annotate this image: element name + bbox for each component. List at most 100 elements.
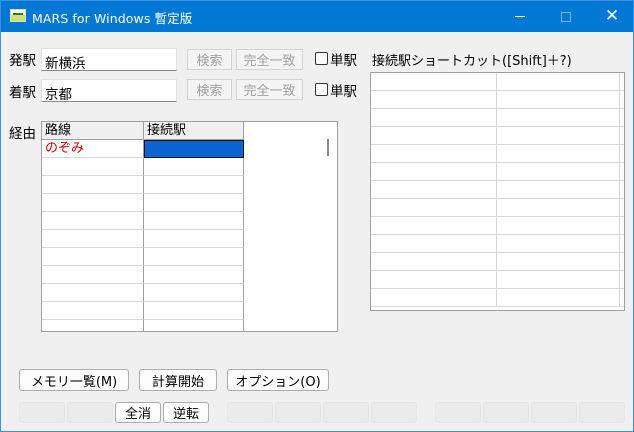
column-divider [619, 271, 620, 289]
function-key-8[interactable] [371, 402, 417, 423]
route-line-cell[interactable] [42, 320, 144, 331]
route-line-cell[interactable] [42, 302, 144, 320]
calculate-button[interactable]: 計算開始 [139, 369, 217, 391]
function-key-6[interactable] [275, 402, 321, 423]
column-divider [496, 127, 497, 145]
window-title: MARS for Windows 暫定版 [32, 11, 193, 26]
shortcut-row[interactable] [371, 199, 624, 217]
column-divider [619, 127, 620, 145]
route-station-cell[interactable] [144, 194, 244, 212]
shortcut-row[interactable] [371, 145, 624, 163]
route-label: 経由 [9, 126, 36, 142]
departure-input[interactable]: 新横浜 [41, 48, 177, 72]
column-divider [496, 181, 497, 199]
route-station-cell[interactable] [144, 248, 244, 266]
shortcut-row[interactable] [371, 163, 624, 181]
table-row[interactable] [42, 302, 244, 320]
route-station-cell[interactable] [144, 140, 244, 158]
options-button[interactable]: オプション(O) [227, 369, 329, 391]
route-station-cell[interactable] [144, 302, 244, 320]
table-row[interactable] [42, 266, 244, 284]
memory-list-button-label: メモリ一覧(M) [30, 374, 118, 390]
options-button-label: オプション(O) [235, 374, 321, 390]
route-line-cell[interactable] [42, 212, 144, 230]
shortcut-row[interactable] [371, 217, 624, 235]
route-line-cell[interactable] [42, 248, 144, 266]
route-line-cell[interactable] [42, 266, 144, 284]
departure-search-button[interactable]: 検索 [187, 49, 232, 70]
scrollbar-thumb[interactable] [327, 139, 329, 156]
maximize-icon [561, 11, 571, 22]
table-row[interactable] [42, 320, 244, 331]
route-station-cell[interactable] [144, 212, 244, 230]
function-key-5[interactable] [227, 402, 273, 423]
column-divider [496, 199, 497, 217]
arrival-single-station-checkbox[interactable] [315, 83, 328, 96]
route-line-cell[interactable] [42, 158, 144, 176]
route-station-cell[interactable] [144, 284, 244, 302]
shortcut-row[interactable] [371, 289, 624, 307]
table-row[interactable] [42, 248, 244, 266]
table-row[interactable] [42, 194, 244, 212]
column-divider [496, 91, 497, 109]
column-divider [619, 145, 620, 163]
route-line-cell[interactable] [42, 194, 144, 212]
shortcut-row[interactable] [371, 109, 624, 127]
table-row[interactable] [42, 158, 244, 176]
minimize-button[interactable] [497, 1, 543, 32]
function-key-2[interactable] [67, 402, 113, 423]
route-line-cell[interactable] [42, 230, 144, 248]
departure-exact-match-button[interactable]: 完全一致 [236, 49, 303, 70]
table-row[interactable] [42, 230, 244, 248]
route-station-cell[interactable] [144, 266, 244, 284]
column-divider [619, 235, 620, 253]
shortcut-row[interactable] [371, 253, 624, 271]
column-divider [619, 91, 620, 109]
title-bar: MARS for Windows 暫定版 ✕ [1, 1, 633, 32]
close-button[interactable]: ✕ [589, 1, 634, 32]
app-window: MARS for Windows 暫定版 ✕ 発駅 新横浜 検索 完全一致 単駅… [0, 0, 634, 432]
column-divider [496, 289, 497, 307]
column-divider [619, 181, 620, 199]
arrival-input[interactable]: 京都 [41, 79, 177, 103]
column-divider [496, 73, 497, 91]
function-key-10[interactable] [483, 402, 529, 423]
route-grid-scrollbar[interactable] [320, 122, 337, 331]
shortcut-grid[interactable] [370, 72, 625, 311]
table-row[interactable] [42, 284, 244, 302]
route-line-cell[interactable] [42, 284, 144, 302]
table-row[interactable] [42, 212, 244, 230]
shortcut-row[interactable] [371, 271, 624, 289]
memory-list-button[interactable]: メモリ一覧(M) [19, 369, 129, 391]
reverse-button[interactable]: 逆転 [163, 402, 209, 423]
route-station-cell[interactable] [144, 158, 244, 176]
route-station-cell[interactable] [144, 230, 244, 248]
column-divider [496, 235, 497, 253]
column-divider [496, 109, 497, 127]
shortcut-row[interactable] [371, 73, 624, 91]
function-key-12[interactable] [579, 402, 625, 423]
departure-label: 発駅 [9, 53, 36, 69]
function-key-7[interactable] [323, 402, 369, 423]
arrival-search-button[interactable]: 検索 [187, 79, 232, 100]
route-station-cell[interactable] [144, 320, 244, 331]
arrival-exact-match-button[interactable]: 完全一致 [236, 79, 303, 100]
shortcut-row[interactable] [371, 91, 624, 109]
route-station-cell[interactable] [144, 176, 244, 194]
table-row[interactable]: のぞみ [42, 140, 244, 158]
route-grid-header: 路線 接続駅 [42, 122, 244, 140]
function-key-9[interactable] [435, 402, 481, 423]
function-key-11[interactable] [531, 402, 577, 423]
function-key-1[interactable] [19, 402, 65, 423]
shortcut-row[interactable] [371, 181, 624, 199]
route-line-cell[interactable]: のぞみ [42, 140, 144, 158]
shortcut-row[interactable] [371, 127, 624, 145]
maximize-button [543, 1, 589, 32]
route-grid[interactable]: 路線 接続駅 のぞみ [41, 121, 338, 332]
shortcut-row[interactable] [371, 235, 624, 253]
departure-single-station-checkbox[interactable] [315, 52, 328, 65]
app-icon [10, 9, 26, 22]
all-clear-button[interactable]: 全消 [115, 402, 161, 423]
route-line-cell[interactable] [42, 176, 144, 194]
table-row[interactable] [42, 176, 244, 194]
